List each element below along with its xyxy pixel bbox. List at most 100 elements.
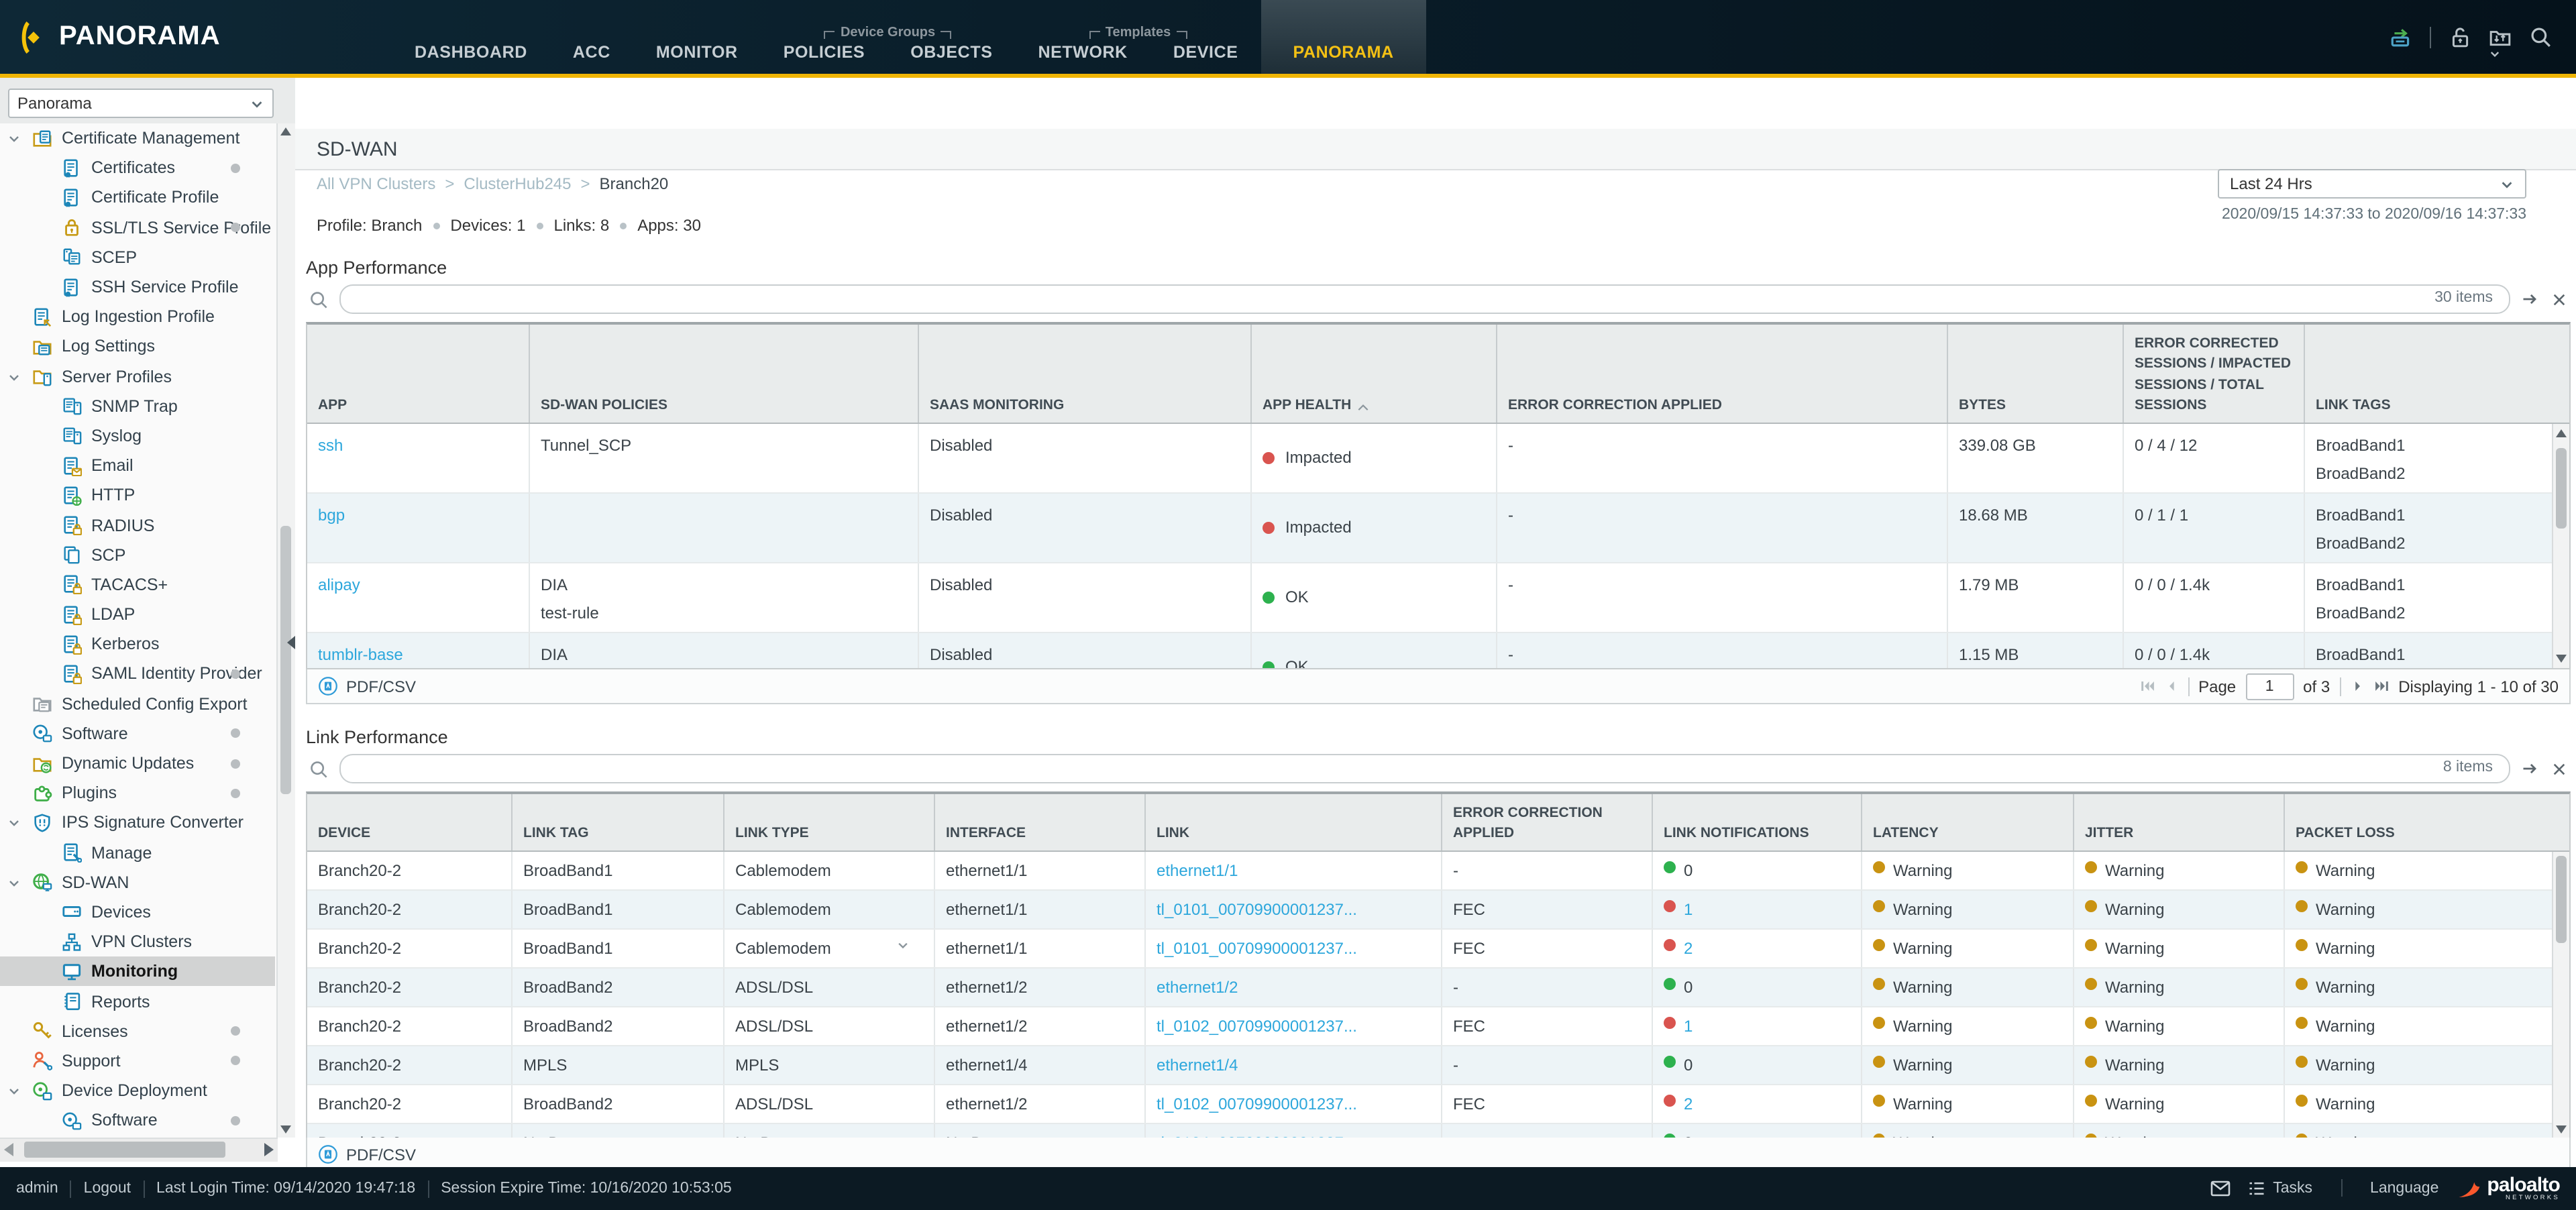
search-icon[interactable] <box>2529 25 2552 48</box>
expander-chevron-icon[interactable] <box>8 133 20 145</box>
sidebar-item-software[interactable]: Software <box>0 1105 275 1135</box>
sidebar-item-reports[interactable]: Reports <box>0 987 275 1016</box>
column-header-packet-loss[interactable]: PACKET LOSS <box>2285 794 2569 850</box>
column-header-app-health[interactable]: APP HEALTH <box>1252 325 1497 423</box>
column-header-jitter[interactable]: JITTER <box>2074 794 2285 850</box>
sidebar-item-ssh-service-profile[interactable]: SSH Service Profile <box>0 272 275 302</box>
app-table-scrollbar[interactable] <box>2552 424 2569 668</box>
sidebar-item-device-deployment[interactable]: Device Deployment <box>0 1076 275 1105</box>
notification-count-link[interactable]: 1 <box>1684 900 1693 919</box>
app-table-row[interactable]: bgpDisabledImpacted-18.68 MB0 / 1 / 1Bro… <box>307 494 2569 563</box>
app-table-row[interactable]: alipayDIAtest-ruleDisabledOK-1.79 MB0 / … <box>307 563 2569 633</box>
link-detail-link[interactable]: tl_0102_00709900001237... <box>1157 1095 1357 1113</box>
scroll-down-icon[interactable] <box>2556 655 2567 663</box>
expander-chevron-icon[interactable] <box>8 818 20 830</box>
chevron-down-icon[interactable] <box>896 939 910 952</box>
sidebar-item-radius[interactable]: RADIUS <box>0 510 275 540</box>
sidebar-item-snmp-trap[interactable]: SNMP Trap <box>0 391 275 421</box>
column-header-link-notifications[interactable]: LINK NOTIFICATIONS <box>1653 794 1862 850</box>
link-table-scrollbar[interactable] <box>2552 852 2569 1139</box>
sidebar-item-scheduled-config-export[interactable]: Scheduled Config Export <box>0 689 275 718</box>
sidebar-item-certificate-profile[interactable]: Certificate Profile <box>0 183 275 213</box>
link-search-input[interactable]: 8 items <box>339 754 2510 783</box>
column-header-device[interactable]: DEVICE <box>307 794 513 850</box>
tab-panorama[interactable]: PANORAMA <box>1261 0 1426 74</box>
notifications-envelope-icon[interactable] <box>2210 1178 2231 1199</box>
link-table-row[interactable]: Branch20-2BroadBand1Cablemodemethernet1/… <box>307 852 2569 891</box>
column-header-app[interactable]: APP <box>307 325 530 423</box>
next-page-icon[interactable] <box>2350 679 2365 694</box>
language-button[interactable]: Language <box>2370 1180 2438 1197</box>
sidebar-item-certificate-management[interactable]: Certificate Management <box>0 123 275 153</box>
link-table-row[interactable]: Branch20-2MPLSMPLSethernet1/4ethernet1/4… <box>307 1046 2569 1085</box>
folder-transfer-icon[interactable] <box>2489 25 2512 48</box>
sidebar-item-http[interactable]: HTTP <box>0 481 275 510</box>
sidebar-item-certificates[interactable]: Certificates <box>0 153 275 182</box>
lock-nav-icon[interactable] <box>2449 25 2471 48</box>
logout-link[interactable]: Logout <box>84 1180 131 1197</box>
sidebar-item-kerberos[interactable]: Kerberos <box>0 629 275 659</box>
sidebar-item-ssl-tls-service-profile[interactable]: SSL/TLS Service Profile <box>0 213 275 242</box>
app-link[interactable]: tumblr-base <box>318 645 403 664</box>
sidebar-item-manage[interactable]: Manage <box>0 838 275 867</box>
tab-objects[interactable]: OBJECTS <box>888 43 1015 74</box>
sidebar-item-software[interactable]: Software <box>0 719 275 749</box>
time-range-select[interactable]: Last 24 Hrs <box>2218 169 2526 199</box>
sidebar-item-devices[interactable]: Devices <box>0 897 275 927</box>
link-table-row[interactable]: Branch20-2BroadBand1Cablemodemethernet1/… <box>307 930 2569 969</box>
apply-filter-icon[interactable] <box>2521 290 2540 309</box>
link-table-row[interactable]: Branch20-2BroadBand2ADSL/DSLethernet1/2e… <box>307 969 2569 1007</box>
scroll-left-icon[interactable] <box>4 1143 13 1156</box>
link-detail-link[interactable]: tl_0101_00709900001237... <box>1157 900 1357 919</box>
sidebar-collapse-icon[interactable] <box>287 636 295 649</box>
page-number-input[interactable] <box>2245 673 2294 700</box>
scroll-right-icon[interactable] <box>264 1143 274 1156</box>
notification-count-link[interactable]: 2 <box>1684 939 1693 958</box>
notification-count-link[interactable]: 2 <box>1684 1095 1693 1113</box>
sidebar-item-ldap[interactable]: LDAP <box>0 600 275 629</box>
clear-filter-icon[interactable] <box>2551 290 2568 308</box>
scrollbar-thumb[interactable] <box>24 1142 225 1158</box>
sidebar-horizontal-scrollbar[interactable] <box>0 1138 278 1162</box>
sidebar-item-licenses[interactable]: Licenses <box>0 1016 275 1046</box>
sidebar-item-scp[interactable]: SCP <box>0 540 275 569</box>
column-header-link-tag[interactable]: LINK TAG <box>513 794 724 850</box>
column-header-latency[interactable]: LATENCY <box>1862 794 2074 850</box>
apply-filter-icon[interactable] <box>2521 759 2540 778</box>
app-link[interactable]: alipay <box>318 575 360 594</box>
sidebar-item-syslog[interactable]: Syslog <box>0 421 275 451</box>
scroll-up-icon[interactable] <box>2556 429 2567 437</box>
context-selector[interactable]: Panorama <box>8 89 274 118</box>
tab-network[interactable]: NETWORK <box>1015 43 1150 74</box>
scrollbar-thumb[interactable] <box>2556 448 2567 529</box>
link-detail-link[interactable]: ethernet1/1 <box>1157 861 1238 880</box>
export-pdf-csv-button[interactable]: PDF/CSV <box>346 677 416 696</box>
previous-page-icon[interactable] <box>2163 679 2178 694</box>
app-table-row[interactable]: tumblr-baseDIADisabledOK-1.15 MB0 / 0 / … <box>307 633 2569 668</box>
tab-dashboard[interactable]: DASHBOARD <box>392 0 550 74</box>
sidebar-item-sd-wan[interactable]: SD-WAN <box>0 867 275 897</box>
clear-filter-icon[interactable] <box>2551 760 2568 777</box>
column-header-interface[interactable]: INTERFACE <box>935 794 1146 850</box>
link-detail-link[interactable]: ethernet1/2 <box>1157 978 1238 997</box>
link-detail-link[interactable]: tl_0102_00709900001237... <box>1157 1017 1357 1036</box>
column-header-saas-monitoring[interactable]: SAAS MONITORING <box>919 325 1252 423</box>
column-header-bytes[interactable]: BYTES <box>1948 325 2124 423</box>
column-header-link-tags[interactable]: LINK TAGS <box>2305 325 2569 423</box>
sidebar-item-saml-identity-provider[interactable]: SAML Identity Provider <box>0 659 275 689</box>
column-header-sd-wan-policies[interactable]: SD-WAN POLICIES <box>530 325 919 423</box>
expander-chevron-icon[interactable] <box>8 1085 20 1097</box>
column-header-error-corrected-sessions-impacted-sessions-total-sessions[interactable]: ERROR CORRECTED SESSIONS / IMPACTED SESS… <box>2124 325 2305 423</box>
app-table-row[interactable]: sshTunnel_SCPDisabledImpacted-339.08 GB0… <box>307 424 2569 494</box>
sidebar-vertical-scrollbar[interactable] <box>276 123 295 1138</box>
column-header-link[interactable]: LINK <box>1146 794 1442 850</box>
sidebar-item-tacacs[interactable]: TACACS+ <box>0 570 275 600</box>
app-search-input[interactable]: 30 items <box>339 284 2510 314</box>
link-table-row[interactable]: Branch20-2No DataNo DataNo Datatl_0104_0… <box>307 1124 2569 1139</box>
link-table-row[interactable]: Branch20-2BroadBand2ADSL/DSLethernet1/2t… <box>307 1007 2569 1046</box>
app-link[interactable]: ssh <box>318 436 343 455</box>
expander-chevron-icon[interactable] <box>8 877 20 889</box>
scrollbar-thumb[interactable] <box>280 526 291 794</box>
export-pdf-csv-button[interactable]: PDF/CSV <box>346 1145 416 1164</box>
tab-acc[interactable]: ACC <box>550 0 633 74</box>
